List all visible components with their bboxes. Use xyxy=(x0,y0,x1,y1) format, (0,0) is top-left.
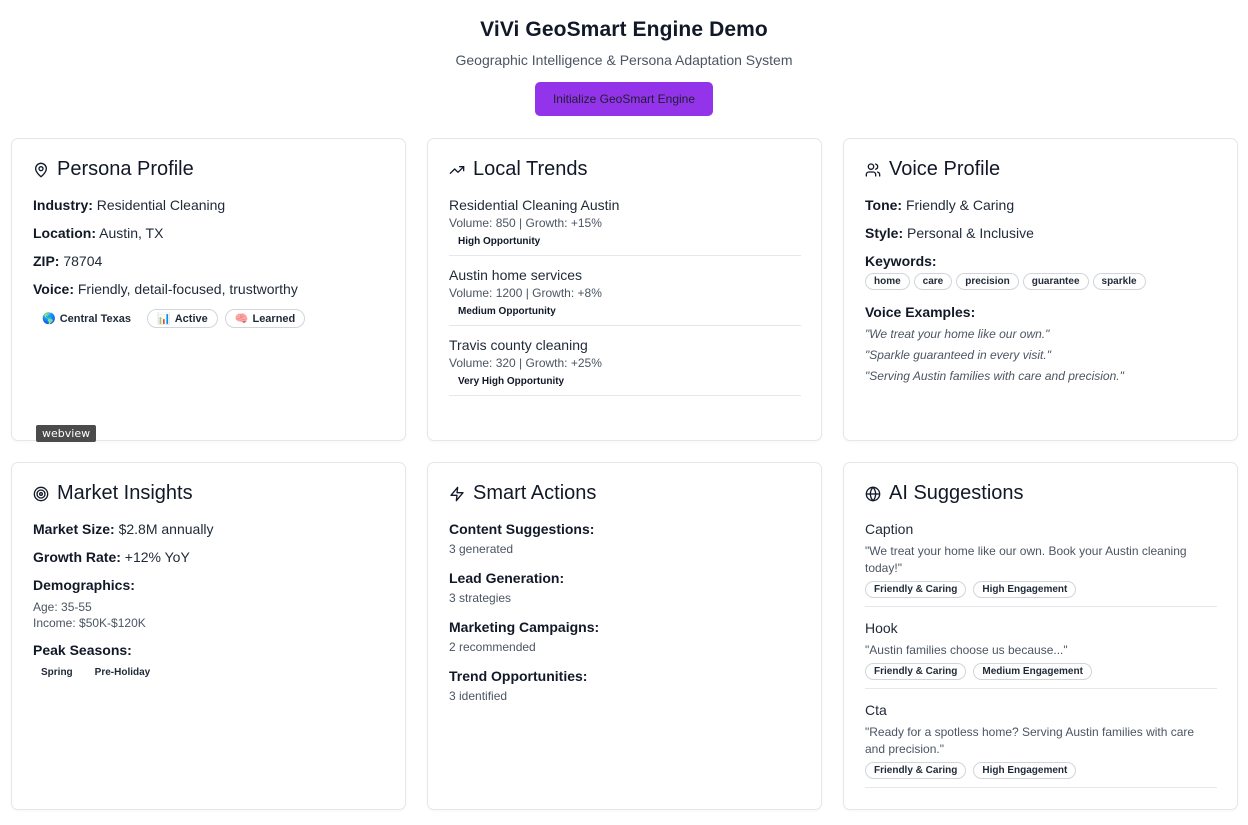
engagement-tag: Medium Engagement xyxy=(973,663,1092,680)
tone-tag: Friendly & Caring xyxy=(865,762,967,779)
voice-examples-label: Voice Examples: xyxy=(865,304,976,320)
card-title: AI Suggestions xyxy=(889,482,1024,504)
ai-suggestions-card: AI Suggestions Caption "We treat your ho… xyxy=(843,462,1238,810)
keyword-chip: home xyxy=(865,273,910,290)
keywords-label: Keywords: xyxy=(865,253,937,269)
keyword-chip: sparkle xyxy=(1092,273,1146,290)
trend-item: Austin home services Volume: 1200 | Grow… xyxy=(449,267,801,326)
smart-actions-card: Smart Actions Content Suggestions: 3 gen… xyxy=(427,462,822,810)
style-row: Style: Personal & Inclusive xyxy=(865,225,1034,241)
voice-row: Voice: Friendly, detail-focused, trustwo… xyxy=(33,281,298,297)
market-size-row: Market Size: $2.8M annually xyxy=(33,521,214,537)
location-row: Location: Austin, TX xyxy=(33,225,164,241)
growth-rate-row: Growth Rate: +12% YoY xyxy=(33,549,190,565)
tone-tag: Friendly & Caring xyxy=(865,581,967,598)
age-text: Age: 35-55 xyxy=(33,600,92,614)
zip-row: ZIP: 78704 xyxy=(33,253,103,269)
card-title: Voice Profile xyxy=(889,158,1001,180)
keyword-chip: care xyxy=(913,273,953,290)
engagement-tag: High Engagement xyxy=(973,581,1077,598)
card-title: Smart Actions xyxy=(473,482,597,504)
keyword-chip: guarantee xyxy=(1022,273,1089,290)
local-trends-card: Local Trends Residential Cleaning Austin… xyxy=(427,138,822,441)
peak-seasons-label: Peak Seasons: xyxy=(33,642,132,658)
season-chip: Spring xyxy=(41,667,73,678)
action-item: Trend Opportunities: 3 identified xyxy=(449,668,588,703)
voice-example: "Sparkle guaranteed in every visit." xyxy=(865,348,1051,362)
trend-item: Residential Cleaning Austin Volume: 850 … xyxy=(449,197,801,256)
market-insights-card: Market Insights Market Size: $2.8M annua… xyxy=(11,462,406,810)
page-title: ViVi GeoSmart Engine Demo xyxy=(480,18,768,41)
income-text: Income: $50K-$120K xyxy=(33,616,146,630)
persona-profile-card: Persona Profile Industry: Residential Cl… xyxy=(11,138,406,441)
suggestion-item: Cta "Ready for a spotless home? Serving … xyxy=(865,702,1217,788)
users-icon xyxy=(865,162,881,178)
trend-item: Travis county cleaning Volume: 320 | Gro… xyxy=(449,337,801,396)
opportunity-badge: Very High Opportunity xyxy=(458,376,565,387)
seasons-list: Spring Pre-Holiday xyxy=(33,667,384,678)
status-badge: 📊 Active xyxy=(147,309,218,328)
map-pin-icon xyxy=(33,162,49,178)
industry-row: Industry: Residential Cleaning xyxy=(33,197,226,213)
trending-up-icon xyxy=(449,162,465,178)
voice-example: "We treat your home like our own." xyxy=(865,327,1050,341)
season-chip: Pre-Holiday xyxy=(94,667,151,678)
globe-emoji-icon: 🌎 xyxy=(42,313,56,325)
engagement-tag: High Engagement xyxy=(973,762,1077,779)
webview-tooltip: webview xyxy=(36,425,97,442)
tone-tag: Friendly & Caring xyxy=(865,663,967,680)
brain-emoji-icon: 🧠 xyxy=(234,313,249,325)
voice-example: "Serving Austin families with care and p… xyxy=(865,369,1124,383)
region-badge: 🌎 Central Texas xyxy=(33,309,141,328)
persona-badges: 🌎 Central Texas 📊 Active 🧠 Learned xyxy=(33,309,384,328)
action-item: Marketing Campaigns: 2 recommended xyxy=(449,619,600,654)
dashboard-grid: Persona Profile Industry: Residential Cl… xyxy=(11,138,1238,810)
suggestion-item: Hook "Austin families choose us because.… xyxy=(865,620,1217,689)
zap-icon xyxy=(449,486,465,502)
chart-emoji-icon: 📊 xyxy=(157,313,171,325)
keyword-chip: precision xyxy=(956,273,1019,290)
card-title: Persona Profile xyxy=(57,158,194,180)
action-item: Lead Generation: 3 strategies xyxy=(449,570,565,605)
suggestion-item: Caption "We treat your home like our own… xyxy=(865,521,1217,607)
card-title: Local Trends xyxy=(473,158,588,180)
opportunity-badge: High Opportunity xyxy=(458,236,541,247)
demographics-label: Demographics: xyxy=(33,577,135,593)
target-icon xyxy=(33,486,49,502)
page-subtitle: Geographic Intelligence & Persona Adapta… xyxy=(455,52,793,68)
page-header: ViVi GeoSmart Engine Demo Geographic Int… xyxy=(0,0,1248,116)
tone-row: Tone: Friendly & Caring xyxy=(865,197,1015,213)
globe-icon xyxy=(865,485,881,502)
keywords-list: home care precision guarantee sparkle xyxy=(865,273,1216,290)
initialize-engine-button[interactable]: Initialize GeoSmart Engine xyxy=(535,82,713,116)
learned-badge: 🧠 Learned xyxy=(224,309,306,328)
voice-profile-card: Voice Profile Tone: Friendly & Caring St… xyxy=(843,138,1238,441)
card-title: Market Insights xyxy=(57,482,193,504)
opportunity-badge: Medium Opportunity xyxy=(458,306,556,317)
action-item: Content Suggestions: 3 generated xyxy=(449,521,595,556)
